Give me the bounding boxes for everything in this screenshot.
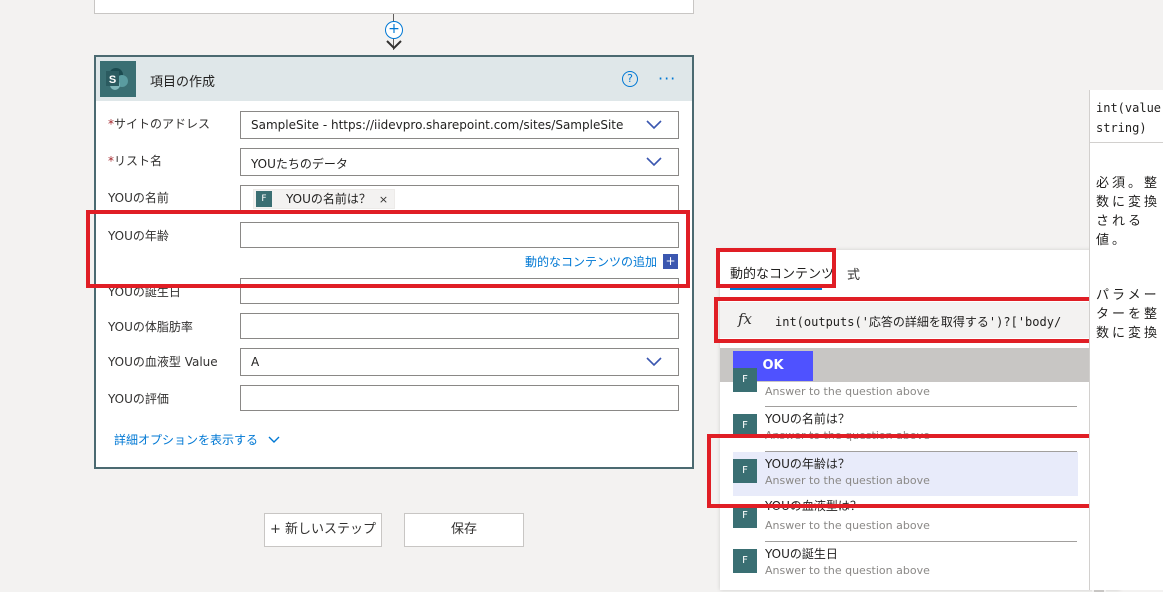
highlight-age-row	[86, 210, 690, 288]
bloodtype-dropdown[interactable]: A	[240, 348, 679, 376]
list-item[interactable]: F YOUの誕生日 Answer to the question above	[720, 542, 1092, 587]
highlight-expression	[714, 297, 1116, 343]
chevron-down-icon	[646, 157, 662, 167]
card-header[interactable]: S 項目の作成 ? ···	[96, 57, 692, 101]
list-name-value: YOUたちのデータ	[251, 157, 348, 171]
list-name-label: *リスト名	[108, 152, 162, 169]
new-step-button[interactable]: + 新しいステップ	[264, 513, 382, 547]
name-label: YOUの名前	[108, 191, 169, 205]
item-title: YOUの誕生日	[765, 547, 838, 561]
previous-step-card	[94, 0, 694, 14]
site-address-value: SampleSite - https://iidevpro.sharepoint…	[251, 118, 624, 132]
sharepoint-icon: S	[100, 61, 136, 97]
bodyfat-field[interactable]	[240, 313, 679, 339]
rating-field[interactable]	[240, 385, 679, 411]
item-subtitle: Answer to the question above	[765, 564, 930, 577]
name-token-label: YOUの名前は？	[286, 192, 371, 206]
save-button[interactable]: 保存	[404, 513, 524, 547]
site-address-dropdown[interactable]: SampleSite - https://iidevpro.sharepoint…	[240, 111, 679, 139]
name-token[interactable]: F YOUの名前は？ ×	[253, 189, 396, 209]
bodyfat-label: YOUの体脂肪率	[108, 320, 193, 334]
tab-expression[interactable]: 式	[847, 264, 860, 283]
item-subtitle: Answer to the question above	[765, 385, 930, 398]
list-name-label-text: リスト名	[114, 154, 163, 168]
bloodtype-label: YOUの血液型 Value	[108, 355, 218, 369]
forms-icon: F	[256, 191, 272, 207]
function-signature: int(value string)	[1096, 101, 1162, 135]
list-item[interactable]: F Answer to the question above	[720, 365, 1092, 407]
name-field[interactable]: F YOUの名前は？ ×	[240, 185, 679, 213]
svg-text:S: S	[109, 74, 116, 86]
advanced-options-link[interactable]: 詳細オプションを表示する	[114, 431, 280, 448]
card-title: 項目の作成	[150, 75, 216, 90]
chevron-down-icon	[268, 436, 280, 443]
forms-icon: F	[733, 549, 757, 573]
function-docs-panel: int(value string) 必須。整 数に変換 される 値。 パラメー …	[1089, 90, 1163, 590]
close-icon[interactable]: ×	[379, 193, 388, 206]
doc-divider	[1090, 142, 1163, 143]
chevron-down-icon	[646, 357, 662, 367]
more-options-icon[interactable]: ···	[658, 69, 676, 88]
help-icon[interactable]: ?	[622, 71, 638, 87]
bloodtype-value: A	[251, 355, 260, 369]
doc-description: 必須。整 数に変換 される 値。	[1096, 176, 1161, 248]
chevron-down-icon	[646, 120, 662, 130]
item-subtitle: Answer to the question above	[765, 519, 930, 532]
tab-underline	[730, 288, 822, 290]
item-title: YOUの名前は？	[765, 412, 850, 426]
highlight-dynamic-tab	[716, 248, 836, 288]
highlight-age-item	[707, 434, 1135, 508]
site-address-label: *サイトのアドレス	[108, 115, 210, 132]
list-name-dropdown[interactable]: YOUたちのデータ	[240, 148, 679, 176]
arrow-down-icon	[386, 40, 402, 50]
doc-parameter: パラメー ターを整 数に変換	[1096, 288, 1161, 341]
advanced-options-label: 詳細オプションを表示する	[114, 433, 259, 447]
forms-icon: F	[733, 368, 757, 392]
site-address-label-text: サイトのアドレス	[114, 117, 211, 131]
rating-label: YOUの評価	[108, 392, 169, 406]
